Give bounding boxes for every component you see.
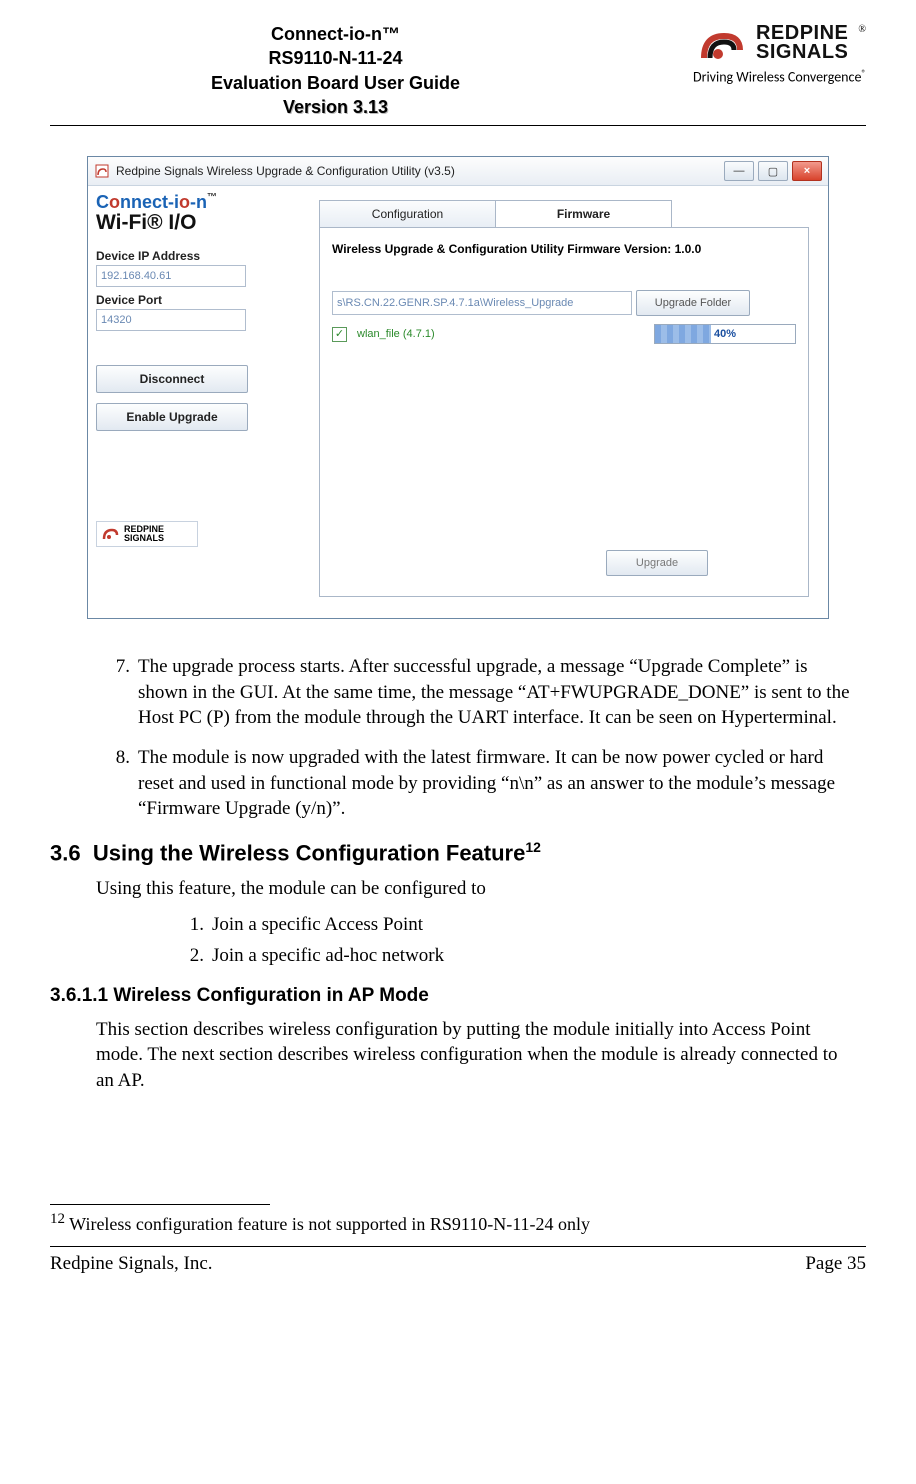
list-item: 1. Join a specific Access Point (170, 912, 866, 938)
app-window: Redpine Signals Wireless Upgrade & Confi… (87, 156, 829, 619)
disconnect-button[interactable]: Disconnect (96, 365, 248, 393)
header-model: RS9110-N-11-24 (50, 46, 621, 70)
window-minimize-button[interactable]: — (724, 161, 754, 181)
brand-text-bottom: SIGNALS (756, 41, 848, 63)
list-item-text: The module is now upgraded with the late… (138, 745, 866, 822)
connection-logo-subtitle: Wi-Fi® I/O (96, 211, 261, 235)
document-body: 7. The upgrade process starts. After suc… (50, 654, 866, 1236)
file-checkbox[interactable]: ✓ (332, 327, 347, 342)
list-item: 7. The upgrade process starts. After suc… (96, 654, 866, 731)
device-ip-label: Device IP Address (96, 249, 261, 263)
list-item-number: 7. (96, 654, 138, 731)
brand-glyph-icon (698, 24, 748, 66)
section-intro: Using this feature, the module can be co… (96, 876, 866, 902)
header-product: Connect-io-n™ (50, 22, 621, 46)
brand-tagline-reg: ® (861, 68, 866, 79)
brand-tagline: Driving Wireless Convergence (693, 69, 861, 86)
upgrade-button[interactable]: Upgrade (606, 550, 708, 576)
mini-brand-box: REDPINE SIGNALS (96, 521, 198, 547)
upgrade-progress-label: 40% (655, 325, 795, 343)
footer-rule (50, 1246, 866, 1247)
section-heading: 3.6 Using the Wireless Configuration Fea… (50, 838, 866, 868)
device-port-label: Device Port (96, 293, 261, 307)
brand-block: REDPINE SIGNALS ® Driving Wireless Conve… (621, 22, 866, 86)
app-titlebar: Redpine Signals Wireless Upgrade & Confi… (88, 157, 828, 186)
app-icon (94, 163, 110, 179)
header-rule (50, 125, 866, 126)
footnote-ref: 12 (525, 839, 541, 855)
upgrade-progress-bar: 40% (654, 324, 796, 344)
list-item-text: The upgrade process starts. After succes… (138, 654, 866, 731)
brand-reg-mark: ® (858, 24, 866, 35)
footnote: 12 Wireless configuration feature is not… (50, 1209, 866, 1236)
device-port-input[interactable] (96, 309, 246, 331)
connection-logo: Connect-io-n™ Wi-Fi® I/O (96, 192, 261, 235)
firmware-version-label: Wireless Upgrade & Configuration Utility… (332, 242, 796, 256)
header-guide: Evaluation Board User Guide (50, 71, 621, 95)
list-item: 8. The module is now upgraded with the l… (96, 745, 866, 822)
app-title: Redpine Signals Wireless Upgrade & Confi… (116, 164, 720, 178)
footnote-rule (50, 1204, 270, 1205)
header-title-block: Connect-io-n™ RS9110-N-11-24 Evaluation … (50, 22, 621, 119)
tab-configuration[interactable]: Configuration (319, 200, 496, 228)
tab-bar: Configuration Firmware (319, 200, 818, 228)
device-ip-input[interactable] (96, 265, 246, 287)
firmware-tab-body: Wireless Upgrade & Configuration Utility… (319, 227, 809, 597)
mini-brand-icon (102, 526, 120, 542)
enable-upgrade-button[interactable]: Enable Upgrade (96, 403, 248, 431)
footer-company: Redpine Signals, Inc. (50, 1253, 213, 1275)
window-maximize-button[interactable]: ▢ (758, 161, 788, 181)
left-panel: Connect-io-n™ Wi-Fi® I/O Device IP Addre… (88, 186, 269, 618)
list-item-number: 8. (96, 745, 138, 822)
header-version: Version 3.13 (283, 95, 388, 119)
list-item: 2. Join a specific ad-hoc network (170, 943, 866, 969)
subsection-heading: 3.6.1.1 Wireless Configuration in AP Mod… (50, 983, 866, 1009)
footer-page-number: Page 35 (805, 1253, 866, 1275)
tab-firmware[interactable]: Firmware (495, 200, 672, 228)
upgrade-folder-button[interactable]: Upgrade Folder (636, 290, 750, 316)
upgrade-path-input[interactable] (332, 291, 632, 315)
page-footer: Redpine Signals, Inc. Page 35 (50, 1253, 866, 1285)
window-close-button[interactable]: × (792, 161, 822, 181)
page-header: Connect-io-n™ RS9110-N-11-24 Evaluation … (50, 22, 866, 119)
subsection-body: This section describes wireless configur… (96, 1017, 866, 1094)
file-name-label: wlan_file (4.7.1) (357, 328, 435, 340)
right-panel: Configuration Firmware Wireless Upgrade … (269, 186, 828, 618)
